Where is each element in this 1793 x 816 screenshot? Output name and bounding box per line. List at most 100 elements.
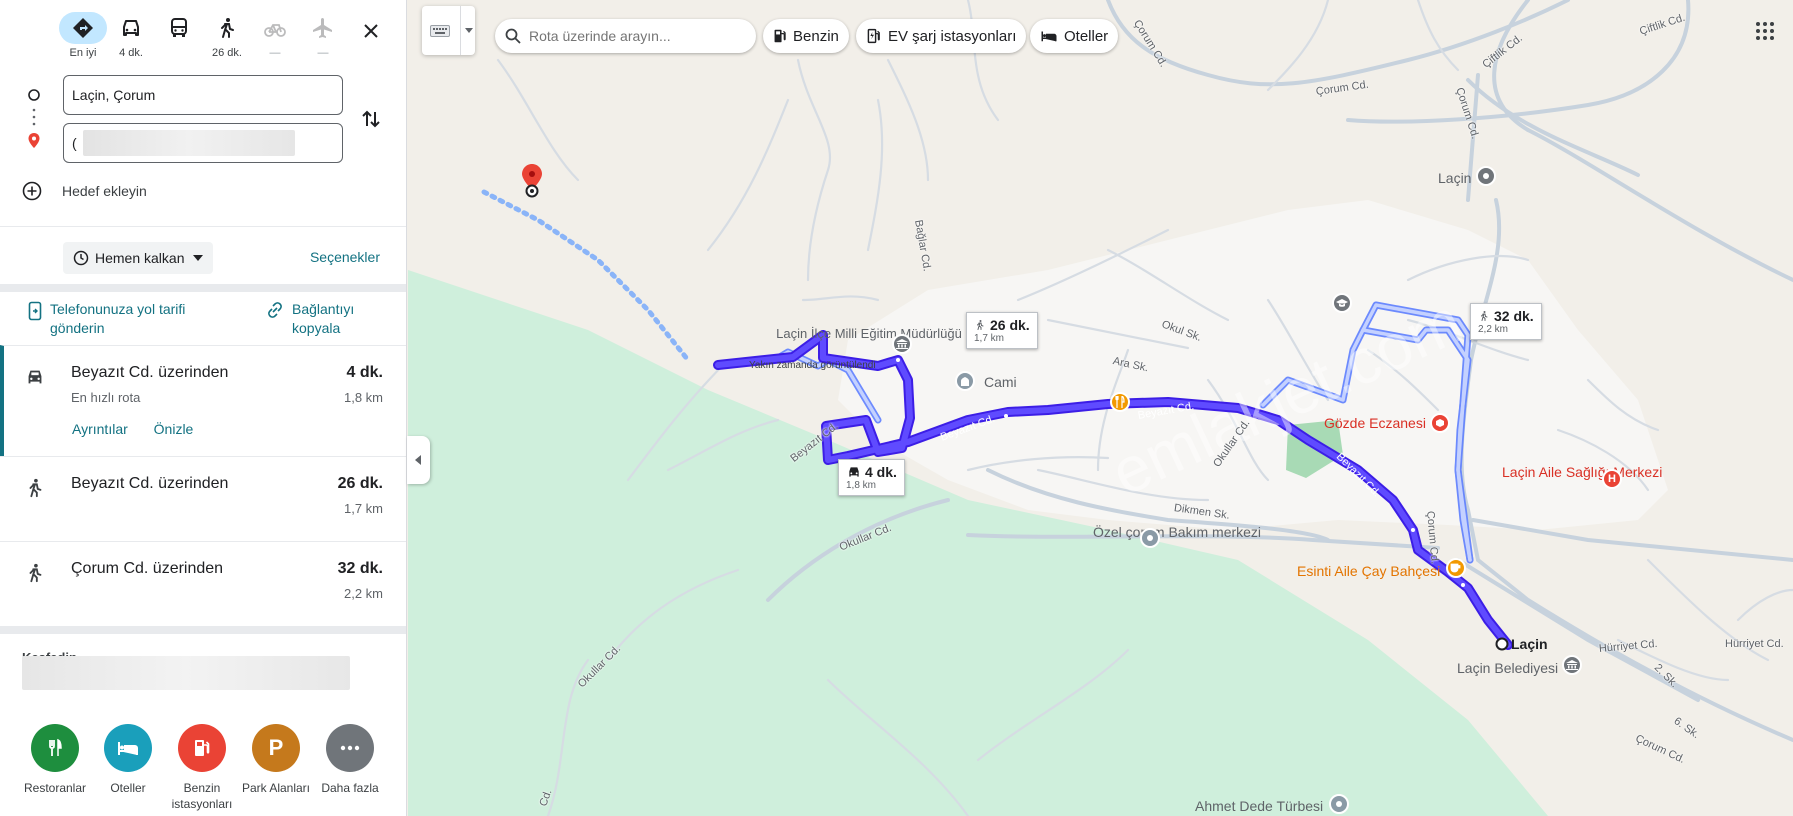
car-icon [849,467,859,477]
swap-locations-button[interactable] [356,104,386,134]
chip-label: Oteller [1064,27,1109,45]
school-icon[interactable] [1332,293,1352,313]
place-label[interactable]: Esinti Aile Çay Bahçesi [1297,563,1440,580]
car-icon [123,20,139,36]
walk-icon [29,563,42,583]
route-actions: Ayrıntılar Önizle [72,421,215,437]
send-to-phone-link[interactable]: Telefonunuza yol tarifi gönderin [28,300,228,338]
nearby-gas-stations-button[interactable]: Benzin istasyonları [165,724,239,812]
clock-icon [73,250,89,266]
place-label-education-directorate[interactable]: Laçin İlçe Milli Eğitim Müdürlüğü [774,325,964,342]
route-search-box[interactable] [495,19,756,53]
origin-field[interactable]: Laçin, Çorum [63,75,343,115]
gas-station-icon [774,29,786,43]
input-tools-button[interactable] [422,6,475,55]
mode-flight[interactable]: — [298,12,348,68]
callout-distance: 1,7 km [974,333,1005,344]
place-icon[interactable] [1140,528,1160,548]
mode-walk[interactable]: 26 dk. [202,12,252,68]
airplane-icon [313,18,332,38]
government-building-icon[interactable] [1562,655,1582,675]
route-option-2[interactable]: Beyazıt Cd. üzerinden 26 dk. 1,7 km [0,456,406,541]
route-time: 4 dk. [346,364,383,381]
search-icon [505,28,521,44]
collapse-panel-button[interactable] [407,436,430,484]
depart-time-dropdown[interactable]: Hemen kalkan [63,242,213,274]
destination-field[interactable]: ( [63,123,343,163]
route-time: 26 dk. [337,475,383,492]
nearby-label: Restoranlar [23,781,87,795]
hotel-icon [1041,31,1057,42]
mode-bicycle[interactable]: — [250,12,300,68]
food-icon[interactable] [1110,392,1130,412]
nearby-parking-button[interactable]: P Park Alanları [239,724,313,796]
chip-hotels[interactable]: Oteller [1030,19,1119,53]
copy-link-button[interactable]: Bağlantıyı kopyala [266,300,386,338]
callout-time: 32 dk. [1494,308,1534,324]
send-to-phone-label: Telefonunuza yol tarifi gönderin [50,301,186,336]
place-label[interactable]: Laçin [1438,170,1471,187]
apps-grid-icon[interactable] [1753,19,1777,43]
route-option-1[interactable]: Beyazıt Cd. üzerinden En hızlı rota 4 dk… [0,345,406,456]
street-label: Hürriyet Cd. [1725,638,1784,650]
car-icon [28,370,42,384]
add-circle-icon [22,181,42,201]
place-label[interactable]: Cami [984,374,1017,391]
car-route-callout[interactable]: 4 dk. 1,8 km [838,459,905,496]
walk-icon [1481,311,1488,321]
pharmacy-icon[interactable] [1430,413,1450,433]
route-preview-link[interactable]: Önizle [154,421,194,437]
swap-icon [362,110,380,128]
callout-time: 26 dk. [990,317,1030,333]
keyboard-icon [430,24,450,37]
nearby-more-button[interactable]: Daha fazla [313,724,387,796]
nearby-hotels-button[interactable]: Oteller [91,724,165,796]
nearby-restaurants-button[interactable]: Restoranlar [18,724,92,796]
cafe-icon[interactable] [1446,558,1466,578]
chevron-left-icon [414,455,421,465]
route-details-link[interactable]: Ayrıntılar [72,421,128,437]
mode-transit[interactable] [154,12,204,68]
chip-ev-charging[interactable]: EV şarj istasyonları [856,19,1027,53]
options-link[interactable]: Seçenekler [310,249,380,265]
caret-down-icon [192,255,203,261]
chip-gas[interactable]: Benzin [763,19,849,53]
add-destination-button[interactable]: Hedef ekleyin [22,178,147,204]
chip-label: EV şarj istasyonları [888,27,1017,45]
government-building-icon[interactable] [892,334,912,354]
walk-icon [29,478,42,498]
walk-route-callout[interactable]: 26 dk. 1,7 km [966,312,1038,349]
mosque-icon[interactable] [955,371,975,391]
place-label[interactable]: Laçin Belediyesi [1457,660,1558,677]
close-directions-button[interactable] [356,16,386,46]
place-label[interactable]: Laçin [1511,636,1548,653]
walk-icon [221,18,234,38]
route-option-3[interactable]: Çorum Cd. üzerinden 32 dk. 2,2 km [0,541,406,626]
mode-best[interactable]: En iyi [58,12,108,68]
place-label[interactable]: Ahmet Dede Türbesi [1195,798,1323,815]
close-icon [364,24,378,38]
route-search-input[interactable] [529,28,729,44]
destination-value: ( [72,135,77,151]
route-distance: 2,2 km [343,586,383,601]
place-label[interactable]: Gözde Eczanesi [1324,415,1426,432]
route-title: Beyazıt Cd. üzerinden [71,364,229,381]
nearby-label: Daha fazla [321,781,379,795]
walk-icon [977,320,984,330]
ev-charging-icon [867,28,880,44]
copy-link-label: Bağlantıyı kopyala [292,301,355,336]
nearby-label: Park Alanları [241,781,311,795]
link-icon [268,302,282,318]
locality-icon[interactable] [1476,166,1496,186]
place-icon[interactable] [1329,794,1349,814]
recently-viewed-label: Yakın zamanda görüntülendi [749,360,876,371]
mode-car[interactable]: 4 dk. [106,12,156,68]
map-canvas[interactable]: emlakjet.com Çorum Cd. Çorum Cd. Çorum C… [408,0,1793,816]
walk-route-callout[interactable]: 32 dk. 2,2 km [1470,303,1542,340]
caret-down-icon [465,28,473,33]
hospital-icon[interactable]: H [1602,469,1622,489]
section-divider [0,284,406,292]
depart-label: Hemen kalkan [95,250,185,266]
explore-redacted [22,656,350,690]
map-base [408,0,1793,816]
